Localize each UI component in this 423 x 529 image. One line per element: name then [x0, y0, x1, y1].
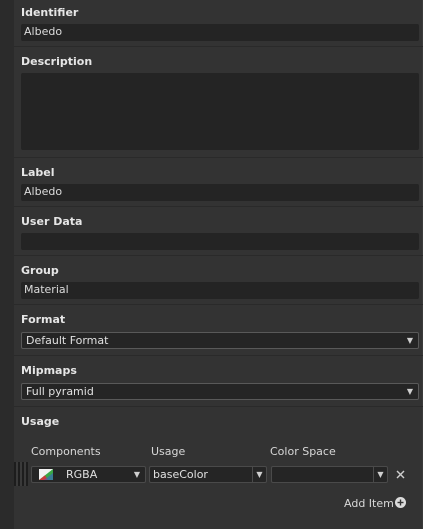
mipmaps-select[interactable]: Full pyramid ▼	[21, 383, 419, 400]
divider	[14, 157, 423, 158]
group-field[interactable]: Material	[21, 282, 419, 299]
divider	[14, 406, 423, 407]
add-item-label: Add Item	[344, 497, 394, 510]
close-icon[interactable]	[396, 470, 405, 479]
format-label: Format	[21, 313, 66, 326]
identifier-label: Identifier	[21, 6, 79, 19]
identifier-field[interactable]: Albedo	[21, 24, 419, 41]
divider	[14, 46, 423, 47]
label-label: Label	[21, 166, 55, 179]
divider	[14, 355, 423, 356]
components-select[interactable]: RGBA ▼	[31, 466, 146, 483]
column-header-usage: Usage	[151, 445, 186, 458]
column-header-components: Components	[31, 445, 101, 458]
divider	[14, 304, 423, 305]
label-field[interactable]: Albedo	[21, 184, 419, 201]
components-value: RGBA	[66, 468, 98, 481]
usage-value: baseColor	[153, 468, 208, 481]
plus-circle-icon[interactable]	[395, 497, 406, 508]
user-data-label: User Data	[21, 215, 83, 228]
color-space-select[interactable]: ▼	[271, 466, 388, 483]
mipmaps-value: Full pyramid	[26, 385, 94, 398]
usage-section-label: Usage	[21, 415, 60, 428]
user-data-field[interactable]	[21, 233, 419, 250]
chevron-down-icon: ▼	[373, 467, 387, 482]
divider	[14, 255, 423, 256]
mipmaps-label: Mipmaps	[21, 364, 77, 377]
column-header-color-space: Color Space	[270, 445, 336, 458]
format-value: Default Format	[26, 334, 109, 347]
chevron-down-icon: ▼	[133, 470, 140, 479]
chevron-down-icon: ▼	[406, 387, 413, 396]
description-field[interactable]	[21, 73, 419, 150]
rgba-swatch-icon	[39, 469, 53, 480]
divider	[14, 206, 423, 207]
usage-select[interactable]: baseColor ▼	[149, 466, 267, 483]
chevron-down-icon: ▼	[252, 467, 266, 482]
description-label: Description	[21, 55, 93, 68]
group-label: Group	[21, 264, 59, 277]
chevron-down-icon: ▼	[406, 336, 413, 345]
left-gutter	[0, 0, 14, 529]
drag-handle[interactable]	[14, 462, 28, 486]
add-item-button[interactable]: Add Item	[344, 497, 394, 510]
format-select[interactable]: Default Format ▼	[21, 332, 419, 349]
